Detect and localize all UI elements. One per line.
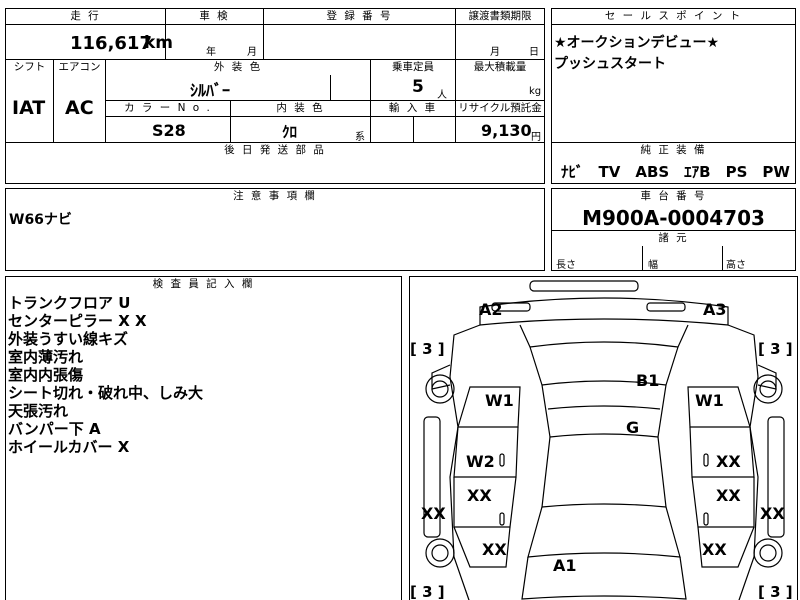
damage-mark: B1 xyxy=(636,371,660,390)
mileage-header: 走 行 xyxy=(6,9,165,24)
inspection-header: 車 検 xyxy=(166,9,263,24)
chassis-header: 車 台 番 号 xyxy=(552,189,795,204)
inspection-month-label: 月 xyxy=(247,47,257,58)
equipment-header: 純 正 装 備 xyxy=(552,143,795,158)
later-parts-header: 後 日 発 送 部 品 xyxy=(6,143,544,158)
caution-header: 注 意 事 項 欄 xyxy=(6,189,544,204)
damage-mark: XX xyxy=(702,540,727,559)
damage-mark: XX xyxy=(716,486,741,505)
damage-mark: W2 xyxy=(466,452,495,471)
capacity-value: 5 xyxy=(412,77,424,97)
inspector-note: シート切れ・破れ中、しみ大 xyxy=(8,384,204,402)
damage-mark: XX xyxy=(467,486,492,505)
inspector-note: 室内内張傷 xyxy=(8,366,84,384)
equipment-value: ﾅﾋﾞ TV ABS ｴｱB PS PW xyxy=(561,163,790,181)
damage-mark: XX xyxy=(421,504,446,523)
damage-mark: XX xyxy=(716,452,741,471)
sales-point-header: セ ー ル ス ポ イ ン ト xyxy=(552,9,795,24)
recycle-unit: 円 xyxy=(531,132,541,143)
aircon-header: エアコン xyxy=(54,60,105,75)
recycle-header: リサイクル預託金 xyxy=(456,101,544,116)
inspector-note: トランクフロア U xyxy=(8,294,131,312)
shift-header: シフト xyxy=(6,60,53,75)
tire-mark-front-right: [ 3 ] xyxy=(758,340,793,358)
max-load-unit: kg xyxy=(529,86,542,97)
inspector-header: 検 査 員 記 入 欄 xyxy=(6,277,401,292)
transfer-docs-header: 譲渡書類期限 xyxy=(456,9,544,24)
shift-value: IAT xyxy=(12,97,46,119)
damage-mark: A2 xyxy=(479,300,503,319)
sales-point-line-2: プッシュスタート xyxy=(554,56,666,72)
inspector-note: 外装うすい線キズ xyxy=(8,330,129,348)
capacity-header: 乗車定員 xyxy=(371,60,455,75)
color-no-header: カ ラ ー N o . xyxy=(106,101,230,116)
inspection-year-label: 年 xyxy=(206,47,216,58)
aircon-value: AC xyxy=(65,97,94,119)
damage-mark: XX xyxy=(482,540,507,559)
exterior-color-value: ｼﾙﾊﾞｰ xyxy=(190,81,231,100)
damage-mark: W1 xyxy=(485,391,514,410)
damage-mark: XX xyxy=(760,504,785,523)
inspector-note: ホイールカバー X xyxy=(8,438,130,456)
damage-mark: G xyxy=(626,418,640,437)
registration-header: 登 録 番 号 xyxy=(264,9,455,24)
tire-mark-rear-left: [ 3 ] xyxy=(410,583,445,600)
interior-color-value: ｸﾛ xyxy=(282,123,298,141)
tire-mark-front-left: [ 3 ] xyxy=(410,340,445,358)
import-header: 輸 入 車 xyxy=(371,101,455,116)
recycle-value: 9,130 xyxy=(481,121,532,140)
dimension-length-label: 長さ xyxy=(556,260,576,271)
capacity-unit: 人 xyxy=(437,90,447,101)
damage-mark: A1 xyxy=(553,556,577,575)
sales-point-panel xyxy=(551,8,796,143)
damage-mark: W1 xyxy=(695,391,724,410)
inspector-note: 室内薄汚れ xyxy=(8,348,84,366)
sales-point-line-1: ★オークションデビュー★ xyxy=(554,35,720,51)
damage-diagram-panel xyxy=(409,276,798,600)
exterior-color-header: 外 装 色 xyxy=(106,60,370,75)
car-outline-diagram xyxy=(423,280,785,600)
tire-mark-rear-right: [ 3 ] xyxy=(758,583,793,600)
dimension-height-label: 高さ xyxy=(726,260,746,271)
max-load-header: 最大積載量 xyxy=(456,60,544,75)
inspector-note: 天張汚れ xyxy=(8,402,69,420)
dimensions-header: 諸 元 xyxy=(552,231,795,246)
inspector-note: センターピラー X X xyxy=(8,312,147,330)
dimension-width-label: 幅 xyxy=(648,260,658,271)
interior-suffix: 系 xyxy=(355,132,365,143)
inspector-note: バンパー下 A xyxy=(8,420,101,438)
mileage-unit: km xyxy=(144,33,174,53)
interior-color-header: 内 装 色 xyxy=(231,101,370,116)
caution-value: W66ナビ xyxy=(9,212,72,228)
color-no-value: S28 xyxy=(152,121,186,140)
mileage-value: 116,617 xyxy=(70,33,152,54)
chassis-number: M900A-0004703 xyxy=(582,206,765,230)
transfer-day-label: 日 xyxy=(529,47,539,58)
damage-mark: A3 xyxy=(703,300,727,319)
transfer-month-label: 月 xyxy=(490,47,500,58)
